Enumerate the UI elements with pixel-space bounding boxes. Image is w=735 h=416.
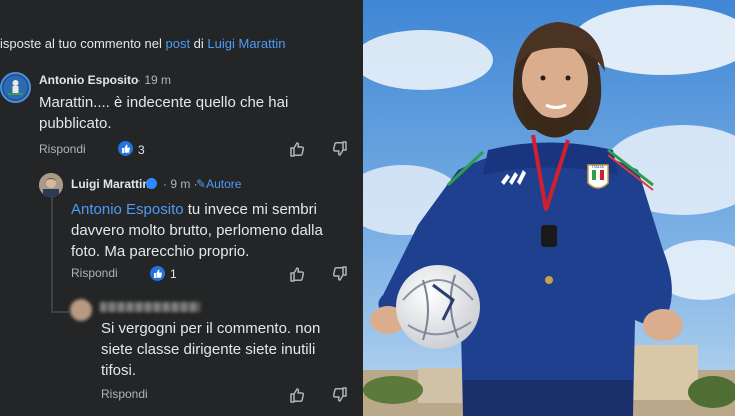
pencil-icon: ✎ [196,177,207,191]
like-icon[interactable] [288,265,306,288]
comment-time[interactable]: · 9 m · [163,177,198,191]
reply-button[interactable]: Rispondi [101,387,148,401]
reply-button[interactable]: Rispondi [39,142,86,156]
thread-line-elbow [51,311,69,313]
like-reaction-icon[interactable] [118,141,133,156]
avatar[interactable] [39,173,63,197]
thread-line [51,196,53,313]
like-icon[interactable] [288,140,306,163]
comment-author[interactable]: Antonio Esposito [39,73,138,87]
comments-panel: isposte al tuo commento nel post di Luig… [0,0,363,416]
like-icon[interactable] [288,386,306,409]
comment-time[interactable]: · 19 m [137,73,171,87]
blurred-author-name[interactable] [100,302,200,312]
dislike-icon[interactable] [331,265,349,288]
header-prefix: isposte al tuo commento nel [0,36,166,51]
reply-button[interactable]: Rispondi [71,266,118,280]
like-count: 3 [138,143,145,157]
like-count: 1 [170,267,177,281]
post-link[interactable]: post [165,36,190,51]
photo: ITALIA [363,0,735,416]
like-reaction-icon[interactable] [150,266,165,281]
comment-text: Si vergogni per il commento. non siete c… [101,320,321,379]
author-badge-label: Autore [206,177,242,191]
author-link[interactable]: Luigi Marattin [207,36,285,51]
mention-link[interactable]: Antonio Esposito [71,201,184,218]
comment-author[interactable]: Luigi Marattin [71,177,150,191]
avatar[interactable] [0,72,31,103]
avatar-image-icon [3,75,28,100]
blurred-avatar[interactable] [70,299,92,321]
coach-photo-image: ITALIA [363,0,735,416]
header-mid: di [190,36,208,51]
dislike-icon[interactable] [331,386,349,409]
comment-text: Marattin.... è indecente quello che hai … [39,94,289,132]
verified-badge-icon [146,178,157,189]
avatar-image-icon [39,173,63,197]
comment-text: Antonio Esposito tu invece mi sembri dav… [71,199,351,262]
author-badge: ✎Autore [196,177,241,191]
dislike-icon[interactable] [331,140,349,163]
crest-text: ITALIA [592,164,604,169]
notification-header: isposte al tuo commento nel post di Luig… [0,36,285,51]
